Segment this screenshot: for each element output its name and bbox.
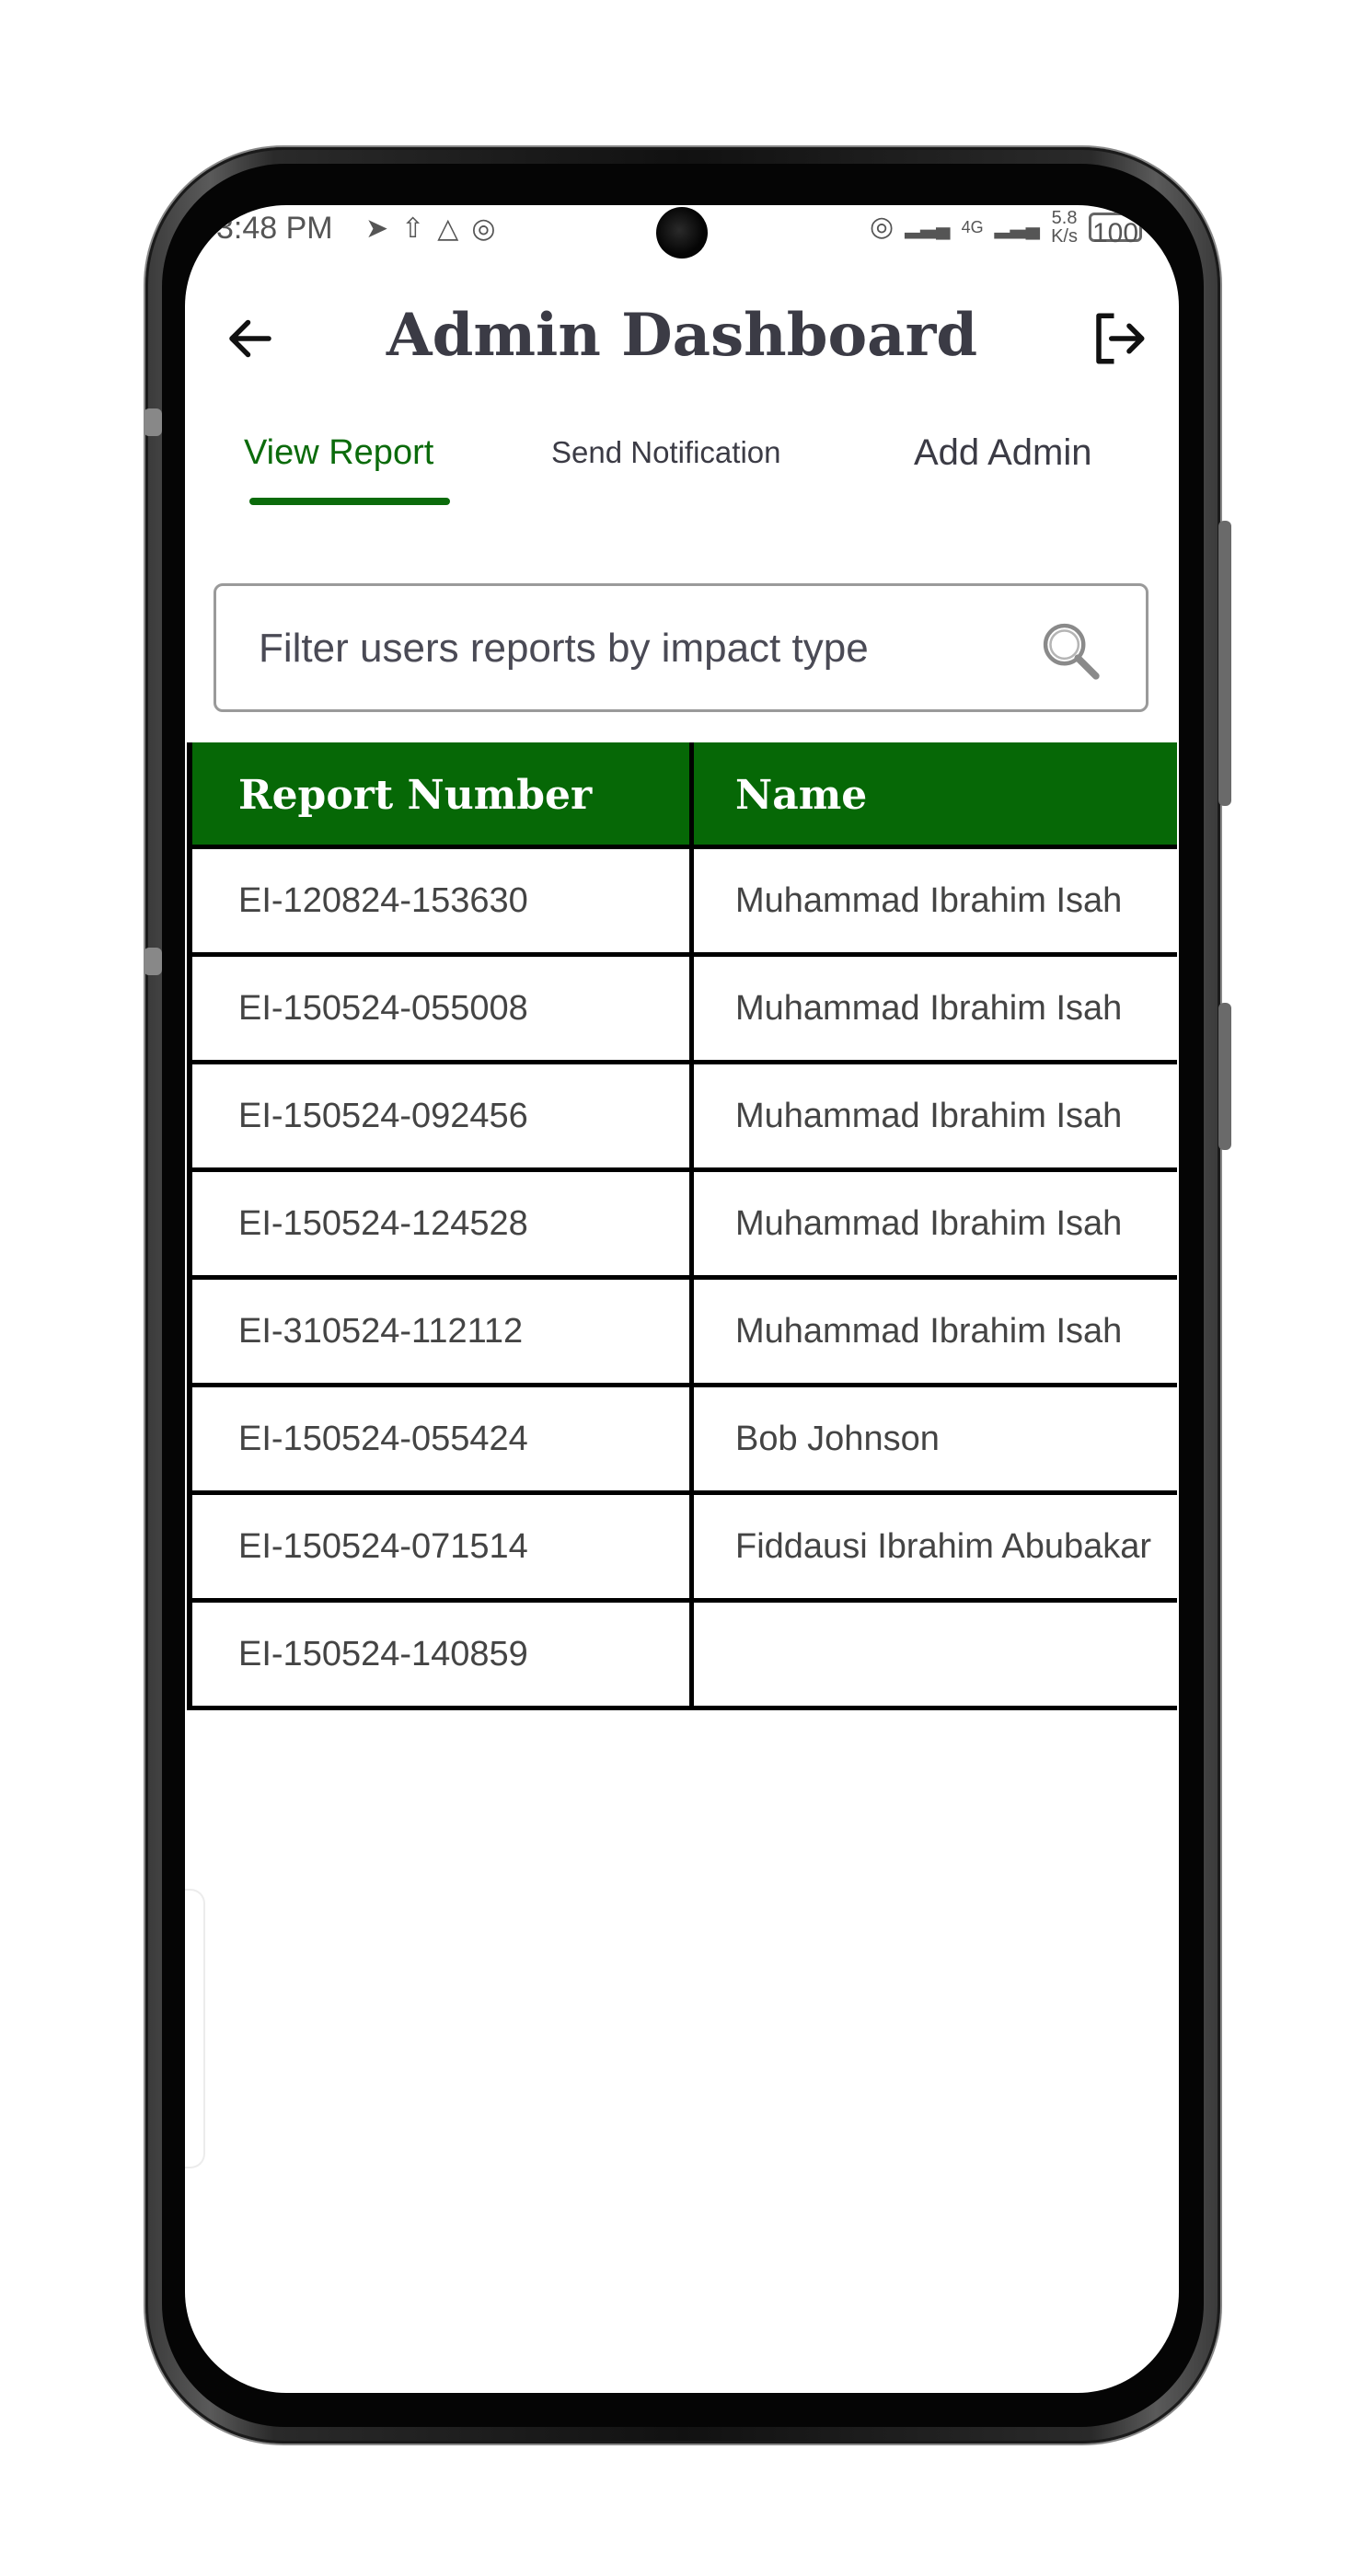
table-row[interactable]: EI-150524-124528 Muhammad Ibrahim Isah	[187, 1172, 1177, 1280]
tab-indicator	[249, 498, 450, 505]
power-button	[1218, 1003, 1231, 1150]
name-cell: Muhammad Ibrahim Isah	[735, 989, 1123, 1028]
report-number-cell: EI-150524-140859	[238, 1635, 528, 1673]
report-number-cell: EI-150524-071514	[238, 1527, 528, 1566]
page-title: Admin Dashboard	[386, 301, 978, 370]
name-cell: Bob Johnson	[735, 1420, 940, 1458]
column-header-report-number[interactable]: Report Number	[238, 742, 592, 849]
table-row[interactable]: EI-120824-153630 Muhammad Ibrahim Isah	[187, 849, 1177, 957]
search-input[interactable]	[257, 586, 1015, 711]
report-number-cell: EI-150524-055008	[238, 989, 528, 1028]
frame-notch	[144, 408, 162, 436]
column-header-name[interactable]: Name	[735, 742, 867, 849]
net-speed-unit: K/s	[1051, 226, 1078, 247]
volume-button	[1218, 521, 1231, 806]
tab-bar: View Report Send Notification Add Admin	[185, 420, 1179, 522]
column-divider	[689, 1172, 694, 1275]
table-row[interactable]: EI-150524-140859	[187, 1603, 1177, 1710]
upload-icon: ⇧	[401, 213, 425, 244]
net-speed-value: 5.8	[1051, 208, 1078, 228]
signal-icon: ▂▃▄	[905, 215, 951, 238]
column-divider	[689, 1387, 694, 1490]
signal-icon: ▂▃▄	[994, 215, 1041, 238]
telegram-icon: ➤	[365, 213, 389, 244]
front-camera	[656, 207, 708, 259]
hotspot-icon: ◎	[471, 213, 496, 244]
column-divider	[689, 1495, 694, 1598]
status-time: 3:48 PM	[216, 211, 333, 246]
name-cell: Muhammad Ibrahim Isah	[735, 1204, 1123, 1243]
report-number-cell: EI-120824-153630	[238, 881, 528, 920]
table-row[interactable]: EI-150524-055008 Muhammad Ibrahim Isah	[187, 957, 1177, 1064]
report-number-cell: EI-150524-055424	[238, 1420, 528, 1458]
column-divider	[689, 1064, 694, 1167]
app-bar: Admin Dashboard	[185, 288, 1179, 389]
table-row[interactable]: EI-150524-071514 Fiddausi Ibrahim Abubak…	[187, 1495, 1177, 1603]
name-cell	[735, 1603, 1179, 1706]
column-divider	[689, 957, 694, 1060]
column-divider	[689, 1280, 694, 1383]
search-box	[214, 583, 1148, 712]
battery-icon: 100	[1089, 213, 1142, 248]
logout-button[interactable]	[1078, 297, 1160, 380]
name-cell: Fiddausi Ibrahim Abubakar	[735, 1527, 1152, 1566]
report-number-cell: EI-150524-092456	[238, 1097, 528, 1135]
search-icon[interactable]	[1035, 615, 1105, 685]
name-cell: Muhammad Ibrahim Isah	[735, 1312, 1123, 1351]
network-type: 4G	[961, 218, 984, 236]
name-cell: Muhammad Ibrahim Isah	[735, 1097, 1123, 1135]
report-number-cell: EI-310524-112112	[238, 1312, 524, 1351]
table-row[interactable]: EI-150524-092456 Muhammad Ibrahim Isah	[187, 1064, 1177, 1172]
table-header: Report Number Name	[187, 742, 1177, 849]
tab-add-admin[interactable]: Add Admin	[914, 420, 1091, 512]
net-speed: 5.8 K/s	[1051, 209, 1078, 246]
system-icons: ◎ ▂▃▄ 4G ▂▃▄ 5.8 K/s 100	[870, 209, 1142, 248]
column-divider	[689, 1603, 694, 1706]
notification-icons: ➤ ⇧ △ ◎	[365, 211, 496, 247]
frame-notch	[144, 948, 162, 975]
logout-icon	[1096, 313, 1145, 364]
edge-panel-handle[interactable]	[185, 1889, 205, 2168]
drive-icon: △	[437, 213, 459, 244]
report-number-cell: EI-150524-124528	[238, 1204, 528, 1243]
tab-send-notification[interactable]: Send Notification	[551, 420, 780, 512]
name-cell: Muhammad Ibrahim Isah	[735, 881, 1123, 920]
column-divider	[689, 742, 694, 845]
screen: 3:48 PM ➤ ⇧ △ ◎ ◎ ▂▃▄ 4G ▂▃▄ 5.8 K/s 100…	[185, 205, 1179, 2393]
column-divider	[689, 849, 694, 952]
status-bar: 3:48 PM ➤ ⇧ △ ◎ ◎ ▂▃▄ 4G ▂▃▄ 5.8 K/s 100	[185, 205, 1179, 270]
hotspot-icon: ◎	[870, 212, 895, 242]
table-row[interactable]: EI-150524-055424 Bob Johnson	[187, 1387, 1177, 1495]
table-row[interactable]: EI-310524-112112 Muhammad Ibrahim Isah	[187, 1280, 1177, 1387]
